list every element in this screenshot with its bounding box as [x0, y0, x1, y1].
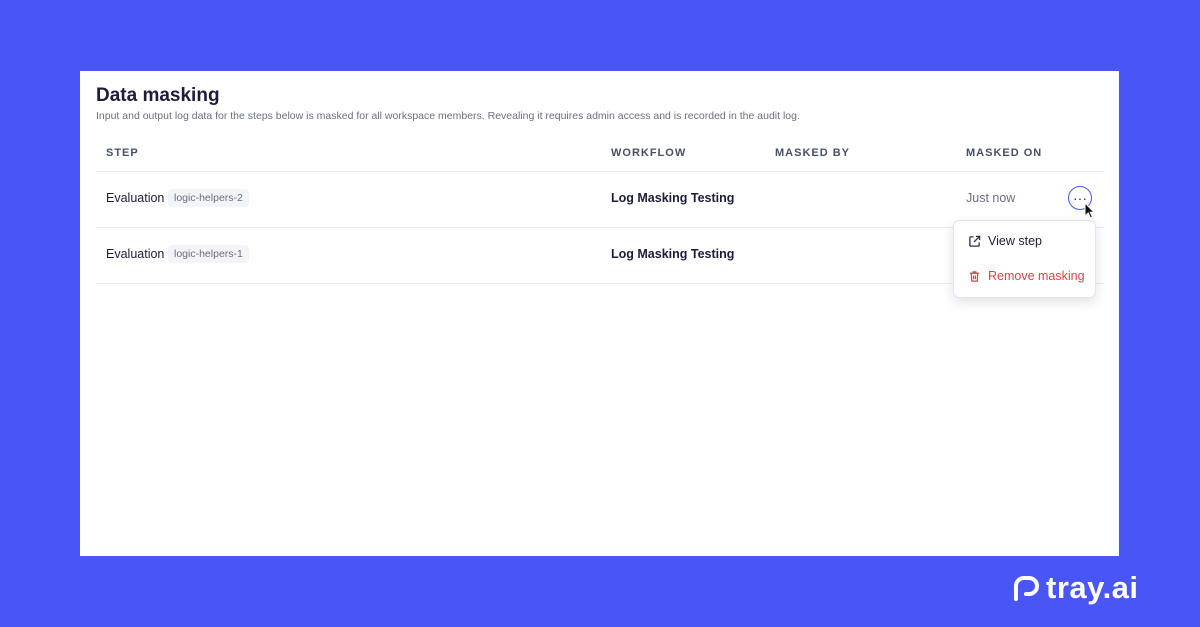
tray-logo-icon [1014, 576, 1039, 601]
mouse-pointer-icon [1084, 202, 1096, 219]
workflow-name[interactable]: Log Masking Testing [611, 247, 734, 261]
brand-logo: tray.ai [1012, 570, 1139, 606]
data-masking-panel: Data masking Input and output log data f… [80, 71, 1119, 556]
menu-item-label: Remove masking [988, 269, 1085, 283]
step-name: Evaluation [106, 247, 165, 261]
page-title: Data masking [96, 85, 220, 106]
brand-name: tray.ai [1046, 570, 1139, 605]
external-link-icon [969, 235, 981, 247]
table-row[interactable]: Evaluation logic-helpers-2 Log Masking T… [96, 171, 1104, 228]
menu-item-remove-masking[interactable]: Remove masking [968, 266, 1085, 286]
masked-on: Just now [966, 191, 1016, 205]
row-actions-menu: View step Remove masking [953, 220, 1096, 298]
step-tag: logic-helpers-2 [168, 189, 249, 207]
column-header-workflow[interactable]: WORKFLOW [611, 147, 686, 159]
menu-item-label: View step [988, 234, 1042, 248]
menu-item-view-step[interactable]: View step [968, 231, 1042, 251]
page-description: Input and output log data for the steps … [96, 110, 800, 122]
workflow-name[interactable]: Log Masking Testing [611, 191, 734, 205]
step-name: Evaluation [106, 191, 165, 205]
column-header-masked-by[interactable]: MASKED BY [775, 147, 850, 159]
table-header: STEP WORKFLOW MASKED BY MASKED ON [96, 139, 1104, 172]
column-header-step[interactable]: STEP [106, 147, 139, 159]
step-tag: logic-helpers-1 [168, 245, 249, 263]
trash-icon [969, 270, 980, 282]
column-header-masked-on[interactable]: MASKED ON [966, 147, 1042, 159]
